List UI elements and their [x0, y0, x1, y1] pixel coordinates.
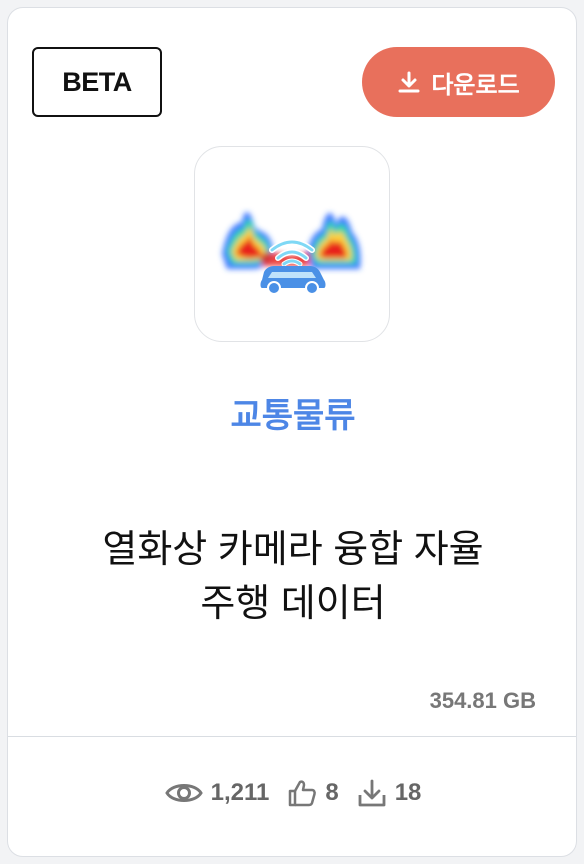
likes-stat[interactable]: 8 — [287, 778, 339, 808]
eye-icon — [164, 784, 203, 802]
downloads-count: 18 — [394, 779, 422, 806]
dataset-thumbnail — [194, 146, 390, 342]
dataset-title-line-1: 열화상 카메라 융합 자율 — [102, 529, 484, 571]
dataset-title-line-2: 주행 데이터 — [200, 583, 386, 625]
dataset-title[interactable]: 열화상 카메라 융합 자율 주행 데이터 — [38, 523, 548, 631]
thermal-camera-car-icon — [222, 212, 361, 295]
stats-bar: 1,211 8 18 — [8, 778, 578, 808]
divider — [8, 736, 576, 737]
views-count: 1,211 — [210, 779, 270, 806]
dataset-size: 354.81 GB — [429, 688, 536, 713]
download-button-label: 다운로드 — [431, 71, 520, 99]
beta-badge: BETA — [32, 47, 162, 117]
download-button[interactable]: 다운로드 — [362, 47, 555, 117]
views-stat: 1,211 — [164, 779, 270, 807]
likes-count: 8 — [325, 779, 339, 806]
download-tray-icon — [358, 779, 386, 807]
category-label[interactable]: 교통물류 — [8, 388, 578, 437]
beta-badge-label: BETA — [62, 66, 132, 97]
dataset-card[interactable]: BETA 다운로드 교통물류 열화상 카메라 융합 자율 주행 데이터 354.… — [7, 7, 577, 857]
downloads-stat: 18 — [357, 778, 422, 808]
thumbs-up-icon — [289, 780, 317, 807]
download-icon — [398, 71, 420, 93]
